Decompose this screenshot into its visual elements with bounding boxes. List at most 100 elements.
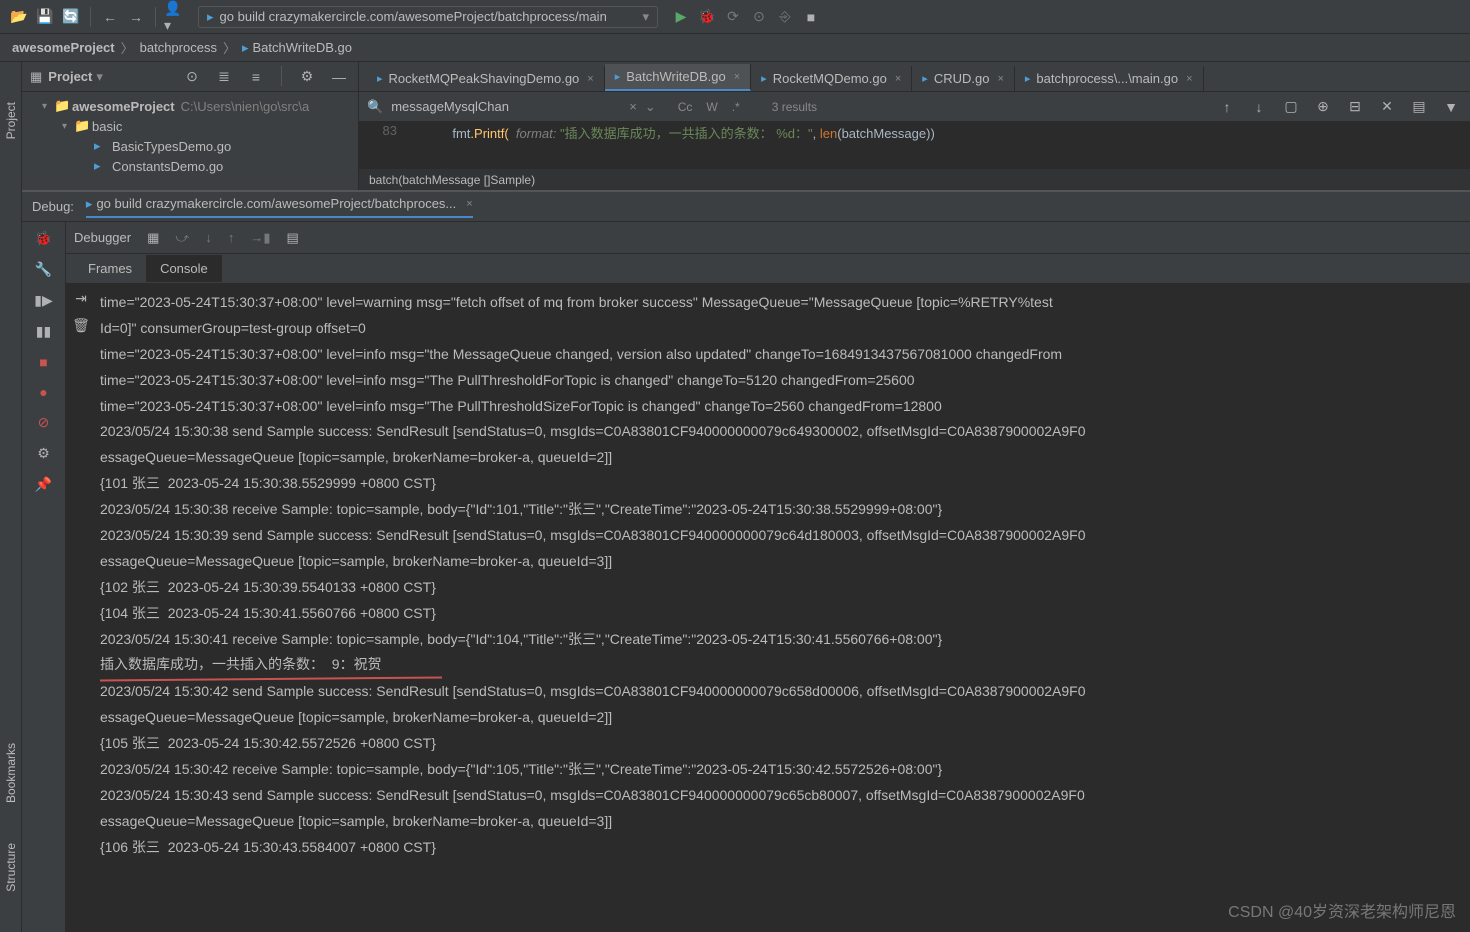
mute-bp-icon[interactable]: ⊘ — [38, 414, 50, 431]
regex-icon[interactable]: .* — [728, 98, 744, 116]
code-breadcrumb[interactable]: batch(batchMessage []Sample) — [359, 168, 1470, 190]
run-configuration-dropdown[interactable]: ▸ go build crazymakercircle.com/awesomeP… — [198, 6, 658, 28]
go-file-icon: ▸ — [761, 72, 767, 85]
go-icon: ▸ — [207, 9, 214, 25]
debug-rerun-icon[interactable]: 🐞 — [35, 230, 52, 247]
history-icon[interactable]: ⌄ — [645, 99, 656, 115]
scroll-to-end-icon[interactable]: ⇥ — [75, 290, 87, 307]
console-line: time="2023-05-24T15:30:37+08:00" level=i… — [100, 368, 1466, 394]
save-icon[interactable]: 💾 — [34, 6, 56, 28]
back-icon[interactable]: ← — [99, 6, 121, 28]
find-results: 3 results — [772, 100, 817, 114]
console-line: time="2023-05-24T15:30:37+08:00" level=i… — [100, 342, 1466, 368]
modify-run-icon[interactable]: 🔧 — [35, 261, 52, 278]
close-icon[interactable]: × — [895, 73, 901, 85]
watermark: CSDN @40岁资深老架构师尼恩 — [1228, 898, 1456, 922]
frames-tab[interactable]: Frames — [74, 255, 146, 282]
rail-project[interactable]: Project — [4, 102, 18, 139]
step-into-icon[interactable]: ↓ — [205, 230, 212, 245]
find-input[interactable] — [391, 99, 621, 114]
layout-icon[interactable]: ▦ — [147, 230, 159, 246]
tree-root[interactable]: ▾ 📁 awesomeProject C:\Users\nien\go\src\… — [22, 96, 358, 116]
go-file-icon: ▸ — [615, 70, 621, 83]
editor-tab[interactable]: ▸ RocketMQPeakShavingDemo.go × — [367, 66, 605, 91]
vcs-icon[interactable]: 👤▾ — [164, 6, 186, 28]
pin-icon[interactable]: 📌 — [35, 476, 52, 493]
go-file-icon: ▸ — [377, 72, 383, 85]
close-icon[interactable]: × — [587, 73, 593, 85]
breadcrumb-item[interactable]: awesomeProject — [12, 40, 115, 55]
breadcrumb-item[interactable]: BatchWriteDB.go — [253, 40, 352, 55]
step-over-icon[interactable]: ⤻ — [175, 230, 189, 246]
separator — [155, 7, 156, 27]
match-case-icon[interactable]: Cc — [674, 98, 697, 116]
rail-structure[interactable]: Structure — [4, 843, 18, 892]
stop-icon[interactable]: ■ — [39, 354, 47, 370]
console-output[interactable]: time="2023-05-24T15:30:37+08:00" level=w… — [96, 284, 1470, 932]
close-icon[interactable]: × — [734, 71, 740, 83]
project-panel-header: ▦ Project ▾ ⊙ ≣ ≡ ⚙ — — [22, 62, 358, 92]
tree-label: ConstantsDemo.go — [112, 159, 223, 174]
tree-file[interactable]: ▸ BasicTypesDemo.go — [22, 136, 358, 156]
code-content: fmt.Printf( format: "插入数据库成功，一共插入的条数： %d… — [409, 123, 935, 142]
settings-icon[interactable]: ⚙ — [37, 445, 50, 462]
close-icon[interactable]: × — [1186, 73, 1192, 85]
coverage-icon[interactable]: ⟳ — [722, 6, 744, 28]
close-icon[interactable]: × — [997, 73, 1003, 85]
clear-icon[interactable]: × — [629, 99, 637, 114]
expand-icon[interactable]: ≣ — [213, 66, 235, 88]
words-icon[interactable]: W — [702, 98, 721, 116]
run-icon[interactable]: ▶ — [670, 6, 692, 28]
tree-label: awesomeProject — [72, 99, 175, 114]
exclude-icon[interactable]: ✕ — [1376, 96, 1398, 118]
debug-icon[interactable]: 🐞 — [696, 6, 718, 28]
profile-icon[interactable]: ⊙ — [748, 6, 770, 28]
editor-tab[interactable]: ▸CRUD.go× — [912, 66, 1015, 91]
folder-icon: 📁 — [54, 98, 72, 114]
evaluate-icon[interactable]: ▤ — [286, 230, 298, 246]
tree-folder[interactable]: ▾ 📁 basic — [22, 116, 358, 136]
collapse-icon[interactable]: ≡ — [245, 66, 267, 88]
console-line: {106 张三 2023-05-24 15:30:43.5584007 +080… — [100, 835, 1466, 861]
chevron-down-icon[interactable]: ▾ — [96, 69, 103, 85]
console-line: 插入数据库成功，一共插入的条数： 9：祝贺 — [100, 652, 382, 678]
editor-area: ▸ RocketMQPeakShavingDemo.go × ▸ BatchWrite… — [359, 62, 1470, 190]
editor-tab[interactable]: ▸batchprocess\...\main.go× — [1015, 66, 1204, 91]
breadcrumb-item[interactable]: batchprocess — [140, 40, 217, 55]
hide-icon[interactable]: — — [328, 66, 350, 88]
rail-bookmarks[interactable]: Bookmarks — [4, 743, 18, 803]
editor-tab[interactable]: ▸ BatchWriteDB.go × — [605, 64, 751, 91]
tab-label: CRUD.go — [934, 71, 990, 86]
attach-icon[interactable]: ⎆ — [774, 6, 796, 28]
next-icon[interactable]: ↓ — [1248, 96, 1270, 118]
settings-icon[interactable]: ⚙ — [296, 66, 318, 88]
tab-label: BatchWriteDB.go — [626, 69, 725, 84]
panel-title[interactable]: Project — [48, 69, 92, 84]
locate-icon[interactable]: ⊙ — [181, 66, 203, 88]
forward-icon[interactable]: → — [125, 6, 147, 28]
remove-icon[interactable]: ⊟ — [1344, 96, 1366, 118]
tab-label: RocketMQPeakShavingDemo.go — [389, 71, 580, 86]
console-tab[interactable]: Console — [146, 255, 222, 282]
select-all-icon[interactable]: ▢ — [1280, 96, 1302, 118]
debugger-tab[interactable]: Debugger — [74, 230, 131, 245]
prev-icon[interactable]: ↑ — [1216, 96, 1238, 118]
tree-file[interactable]: ▸ ConstantsDemo.go — [22, 156, 358, 176]
stop-icon[interactable]: ■ — [800, 6, 822, 28]
refresh-icon[interactable]: 🔄 — [60, 6, 82, 28]
code-editor[interactable]: 83 fmt.Printf( format: "插入数据库成功，一共插入的条数：… — [359, 122, 1470, 168]
open-icon[interactable]: 📂 — [8, 6, 30, 28]
filter-icon[interactable]: ▤ — [1408, 96, 1430, 118]
breakpoint-icon[interactable]: ● — [39, 384, 47, 400]
resume-icon[interactable]: ▮▶ — [34, 292, 52, 309]
debug-config-tab[interactable]: ▸ go build crazymakercircle.com/awesomeP… — [86, 196, 473, 218]
clear-icon[interactable]: 🗑 — [72, 317, 90, 334]
pause-icon[interactable]: ▮▮ — [36, 323, 51, 340]
editor-tab[interactable]: ▸RocketMQDemo.go× — [751, 66, 912, 91]
close-icon[interactable]: × — [466, 198, 472, 210]
step-out-icon[interactable]: ↑ — [228, 230, 235, 245]
run-to-cursor-icon[interactable]: →▮ — [250, 230, 270, 246]
chevron-down-icon: ▾ — [642, 9, 649, 25]
add-selection-icon[interactable]: ⊕ — [1312, 96, 1334, 118]
funnel-icon[interactable]: ▼ — [1440, 96, 1462, 118]
